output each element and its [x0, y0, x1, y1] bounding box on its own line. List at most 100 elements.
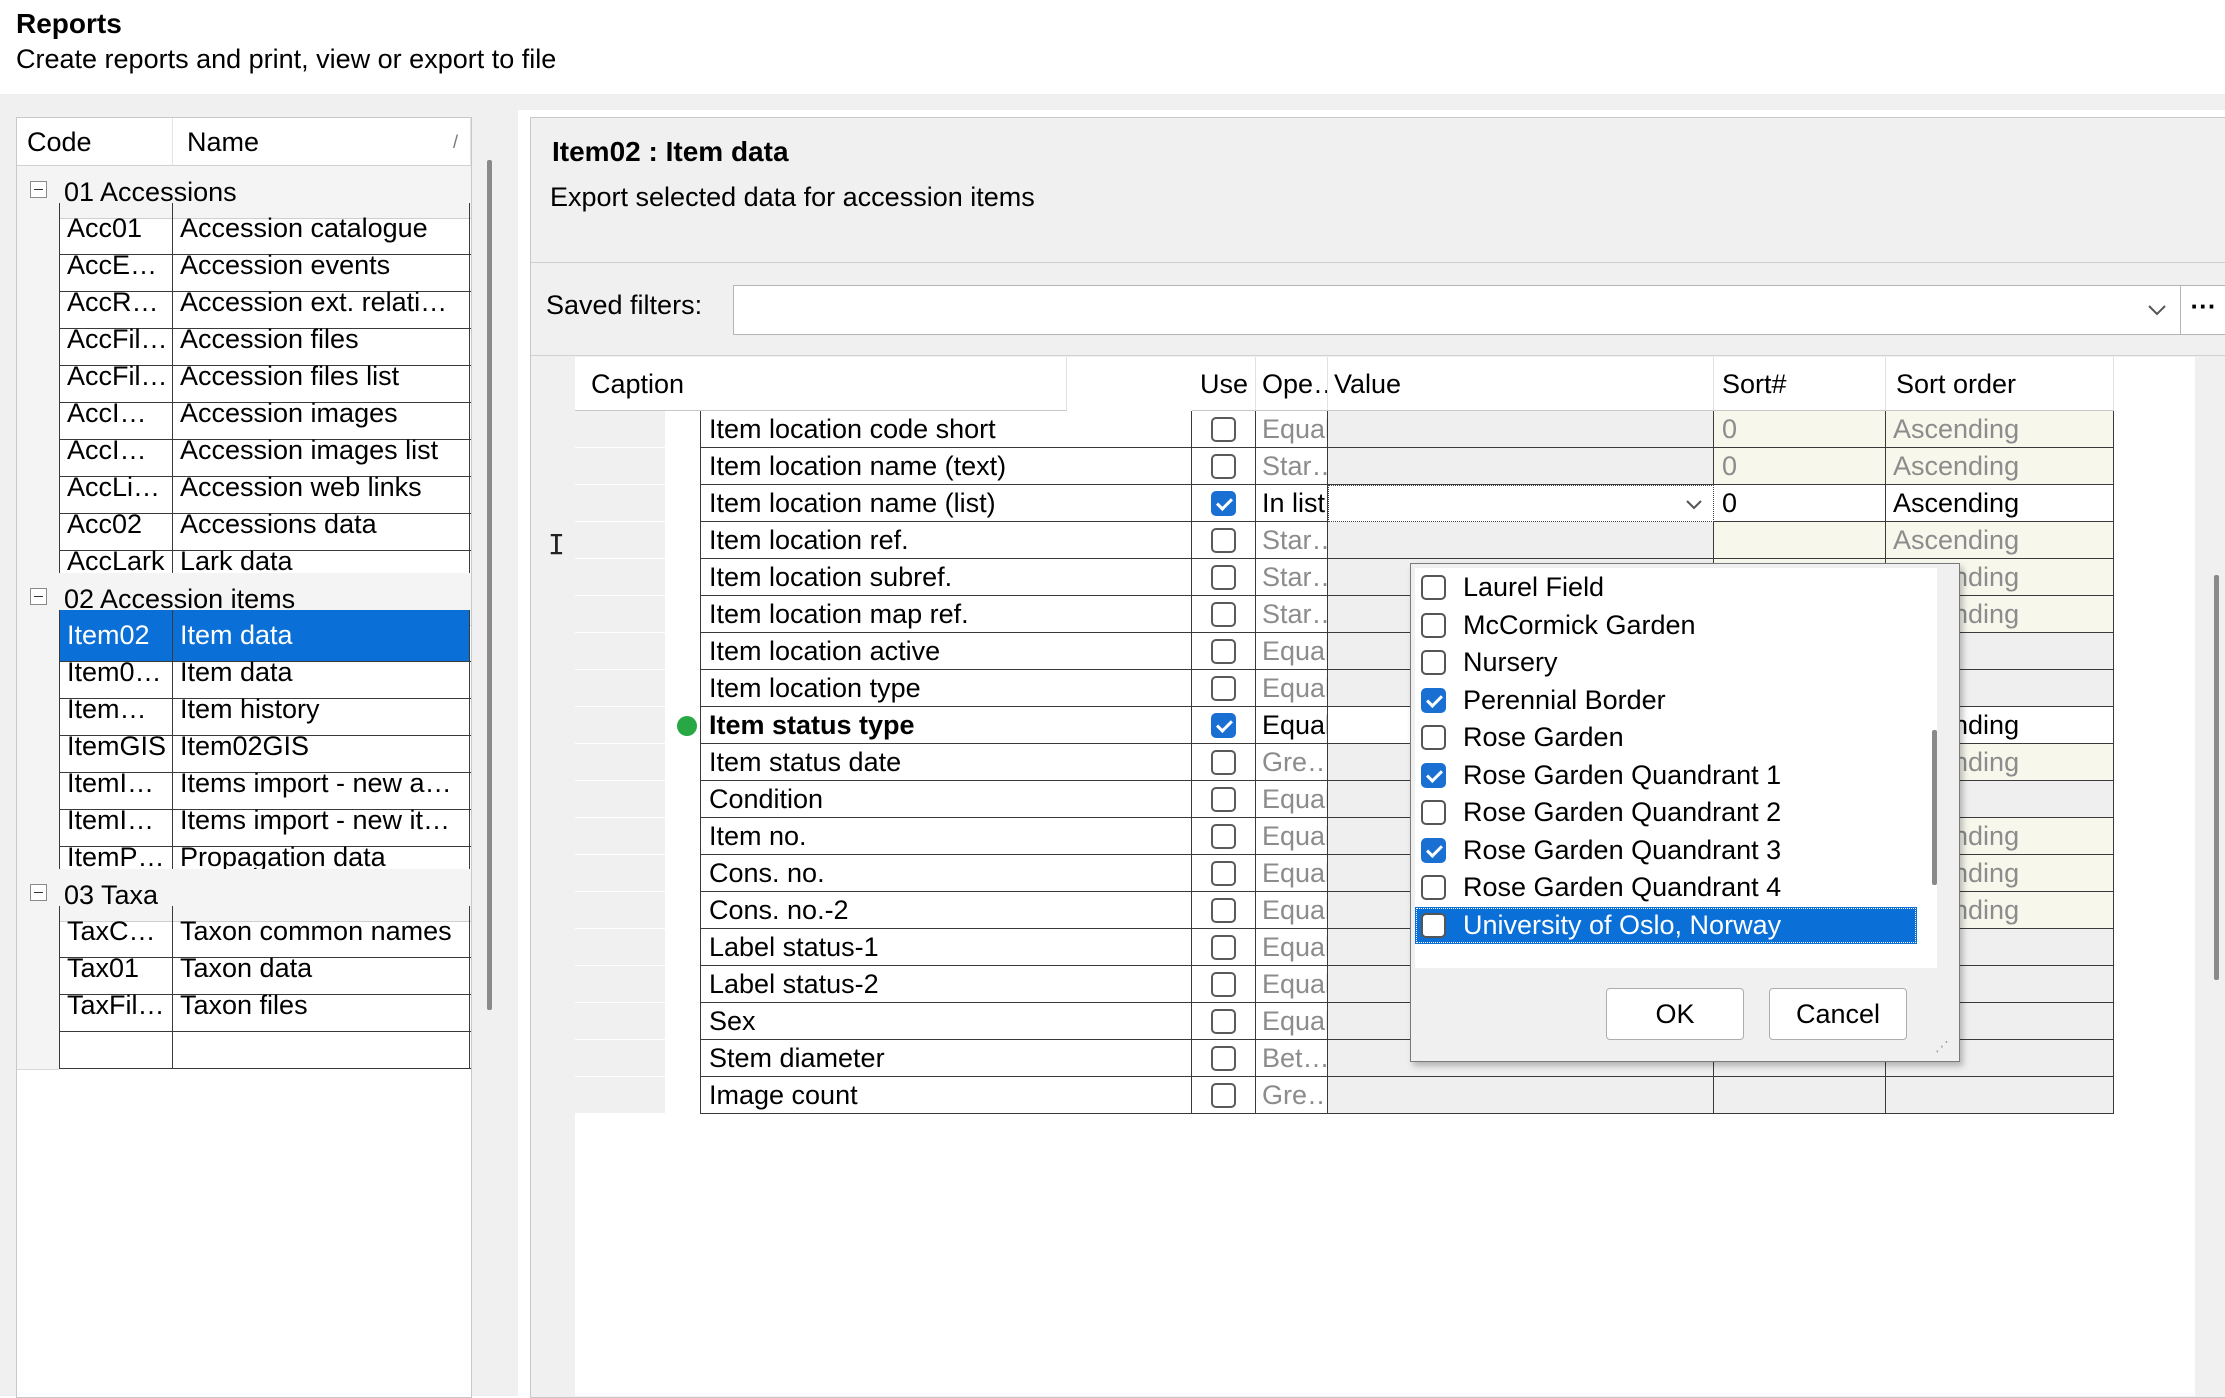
use-checkbox-cell[interactable] — [1192, 559, 1256, 596]
collapse-toggle-icon[interactable] — [30, 884, 47, 901]
option-checkbox[interactable] — [1421, 912, 1446, 938]
operator-cell[interactable]: Bet… — [1256, 1040, 1328, 1077]
column-header-name[interactable]: Name / — [173, 118, 471, 166]
option-checkbox[interactable] — [1421, 612, 1446, 638]
use-checkbox-cell[interactable] — [1192, 596, 1256, 633]
filter-grid-scrollbar[interactable] — [2214, 575, 2219, 980]
option-checkbox[interactable] — [1421, 575, 1446, 600]
location-checklist-scrollbar[interactable] — [1932, 730, 1937, 885]
location-option[interactable]: Rose Garden — [1415, 719, 1917, 756]
use-checkbox-cell[interactable] — [1192, 1040, 1256, 1077]
sort-number-cell[interactable] — [1714, 1077, 1886, 1114]
grid-header-sort-number[interactable]: Sort# — [1714, 357, 1886, 411]
use-checkbox[interactable] — [1211, 713, 1236, 738]
value-cell[interactable] — [1328, 485, 1714, 522]
use-checkbox-cell[interactable] — [1192, 485, 1256, 522]
use-checkbox-cell[interactable] — [1192, 892, 1256, 929]
use-checkbox-cell[interactable] — [1192, 670, 1256, 707]
use-checkbox-cell[interactable] — [1192, 411, 1256, 448]
use-checkbox[interactable] — [1211, 824, 1236, 849]
location-option[interactable]: Nursery — [1415, 644, 1917, 681]
operator-cell[interactable]: Equal — [1256, 892, 1328, 929]
use-checkbox[interactable] — [1211, 898, 1236, 923]
grid-header-value[interactable]: Value — [1328, 357, 1714, 411]
use-checkbox[interactable] — [1211, 417, 1236, 442]
option-checkbox[interactable] — [1421, 650, 1446, 675]
sort-number-cell[interactable]: 0 — [1714, 411, 1886, 448]
option-checkbox[interactable] — [1421, 687, 1446, 713]
sort-order-cell[interactable]: Ascending — [1886, 485, 2114, 522]
location-option[interactable]: Laurel Field — [1415, 569, 1917, 606]
grid-header-sort-order[interactable]: Sort order — [1886, 357, 2114, 411]
operator-cell[interactable]: Equal — [1256, 707, 1328, 744]
sort-order-cell[interactable]: Ascending — [1886, 448, 2114, 485]
sort-order-cell[interactable]: Ascending — [1886, 522, 2114, 559]
use-checkbox[interactable] — [1211, 676, 1236, 701]
saved-filters-dropdown-button[interactable] — [2135, 285, 2181, 335]
use-checkbox[interactable] — [1211, 639, 1236, 664]
option-checkbox[interactable] — [1421, 837, 1446, 863]
operator-cell[interactable]: Equal — [1256, 670, 1328, 707]
operator-cell[interactable]: Equal — [1256, 781, 1328, 818]
ok-button[interactable]: OK — [1606, 988, 1744, 1040]
use-checkbox-cell[interactable] — [1192, 855, 1256, 892]
report-row[interactable] — [59, 1017, 471, 1069]
collapse-toggle-icon[interactable] — [30, 588, 47, 605]
grid-header-operator[interactable]: Ope… — [1256, 357, 1328, 411]
use-checkbox-cell[interactable] — [1192, 707, 1256, 744]
value-cell[interactable] — [1328, 411, 1714, 448]
option-checkbox[interactable] — [1421, 875, 1446, 900]
operator-cell[interactable]: Equal — [1256, 818, 1328, 855]
use-checkbox-cell[interactable] — [1192, 744, 1256, 781]
use-checkbox[interactable] — [1211, 787, 1236, 812]
operator-cell[interactable]: Gre… — [1256, 744, 1328, 781]
operator-cell[interactable]: Equal — [1256, 929, 1328, 966]
operator-cell[interactable]: In list — [1256, 485, 1328, 522]
value-cell[interactable] — [1328, 522, 1714, 559]
sort-number-cell[interactable]: 0 — [1714, 485, 1886, 522]
use-checkbox[interactable] — [1211, 1009, 1236, 1034]
saved-filters-combo[interactable] — [733, 285, 2137, 335]
operator-cell[interactable]: Star… — [1256, 522, 1328, 559]
sort-number-cell[interactable] — [1714, 522, 1886, 559]
report-list-scrollbar[interactable] — [487, 160, 492, 1010]
operator-cell[interactable]: Gre… — [1256, 1077, 1328, 1114]
use-checkbox[interactable] — [1211, 935, 1236, 960]
operator-cell[interactable]: Equal — [1256, 411, 1328, 448]
use-checkbox-cell[interactable] — [1192, 1003, 1256, 1040]
operator-cell[interactable]: Equal — [1256, 966, 1328, 1003]
resize-grip-icon[interactable]: ⋰ — [1935, 1037, 1953, 1055]
use-checkbox[interactable] — [1211, 972, 1236, 997]
use-checkbox-cell[interactable] — [1192, 448, 1256, 485]
collapse-toggle-icon[interactable] — [30, 181, 47, 198]
location-option[interactable]: Rose Garden Quandrant 3 — [1415, 832, 1917, 869]
location-option[interactable]: Perennial Border — [1415, 682, 1917, 719]
location-option[interactable]: McCormick Garden — [1415, 607, 1917, 644]
chevron-down-icon[interactable] — [1679, 486, 1709, 521]
operator-cell[interactable]: Star… — [1256, 448, 1328, 485]
use-checkbox-cell[interactable] — [1192, 633, 1256, 670]
cancel-button[interactable]: Cancel — [1769, 988, 1907, 1040]
use-checkbox[interactable] — [1211, 861, 1236, 886]
operator-cell[interactable]: Equal — [1256, 1003, 1328, 1040]
sort-order-cell[interactable]: Ascending — [1886, 411, 2114, 448]
sort-number-cell[interactable]: 0 — [1714, 448, 1886, 485]
option-checkbox[interactable] — [1421, 762, 1446, 788]
use-checkbox-cell[interactable] — [1192, 781, 1256, 818]
sort-order-cell[interactable] — [1886, 1077, 2114, 1114]
operator-cell[interactable]: Equal — [1256, 633, 1328, 670]
grid-header-use[interactable]: Use — [1192, 357, 1256, 411]
use-checkbox[interactable] — [1211, 454, 1236, 479]
use-checkbox[interactable] — [1211, 1046, 1236, 1071]
location-option[interactable]: Rose Garden Quandrant 4 — [1415, 869, 1917, 906]
use-checkbox-cell[interactable] — [1192, 818, 1256, 855]
column-header-code[interactable]: Code — [17, 118, 173, 166]
use-checkbox-cell[interactable] — [1192, 966, 1256, 1003]
location-option[interactable]: University of Oslo, Norway — [1415, 906, 1917, 944]
grid-header-caption[interactable]: Caption — [575, 357, 1067, 411]
value-cell[interactable] — [1328, 1077, 1714, 1114]
use-checkbox[interactable] — [1211, 528, 1236, 553]
location-option[interactable]: Rose Garden Quandrant 1 — [1415, 757, 1917, 794]
saved-filters-more-button[interactable]: ··· — [2180, 285, 2225, 335]
use-checkbox-cell[interactable] — [1192, 522, 1256, 559]
